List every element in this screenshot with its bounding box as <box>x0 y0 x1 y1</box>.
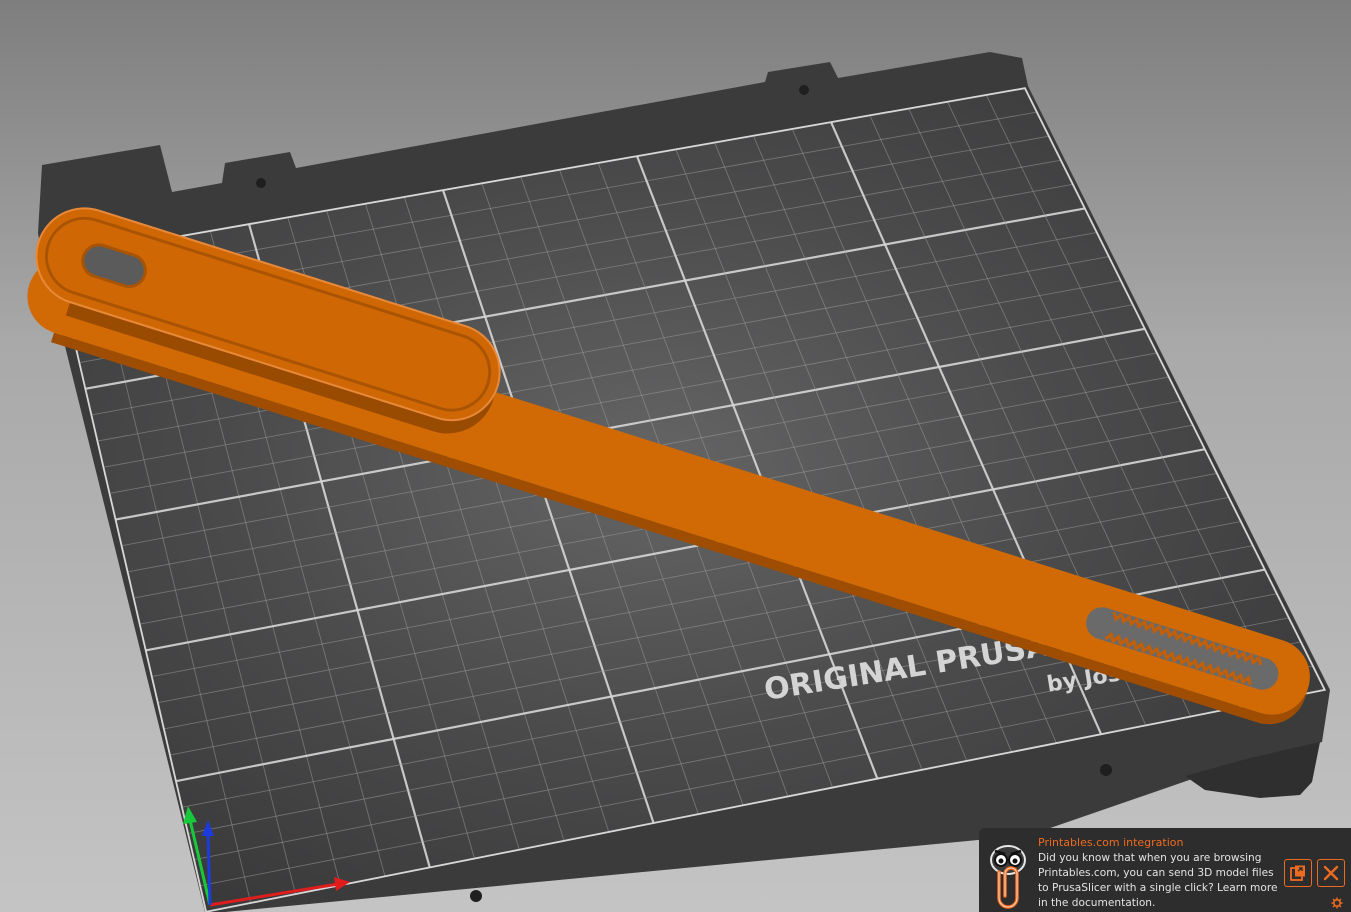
open-document-icon <box>1290 865 1305 881</box>
close-icon <box>1323 865 1339 881</box>
bed-screw-hole <box>799 85 809 95</box>
gear-icon[interactable] <box>1331 897 1343 909</box>
3d-viewport[interactable]: ORIGINAL PRUSA i3 MK3 by Josef Prusa <box>0 0 1351 912</box>
bed-screw-hole <box>256 178 266 188</box>
paperclip-mascot-icon <box>990 845 1026 909</box>
hint-title[interactable]: Printables.com integration <box>1038 836 1184 849</box>
bed-screw-hole <box>1100 764 1112 776</box>
hint-body: Did you know that when you are browsing … <box>1038 852 1278 909</box>
3d-scene[interactable]: ORIGINAL PRUSA i3 MK3 by Josef Prusa <box>0 0 1351 912</box>
bed-screw-hole <box>470 890 482 902</box>
hint-close-button[interactable] <box>1317 859 1345 887</box>
hint-notification: Printables.com integration Did you know … <box>979 828 1351 912</box>
hint-open-button[interactable] <box>1284 859 1312 887</box>
axis-z <box>206 833 212 906</box>
